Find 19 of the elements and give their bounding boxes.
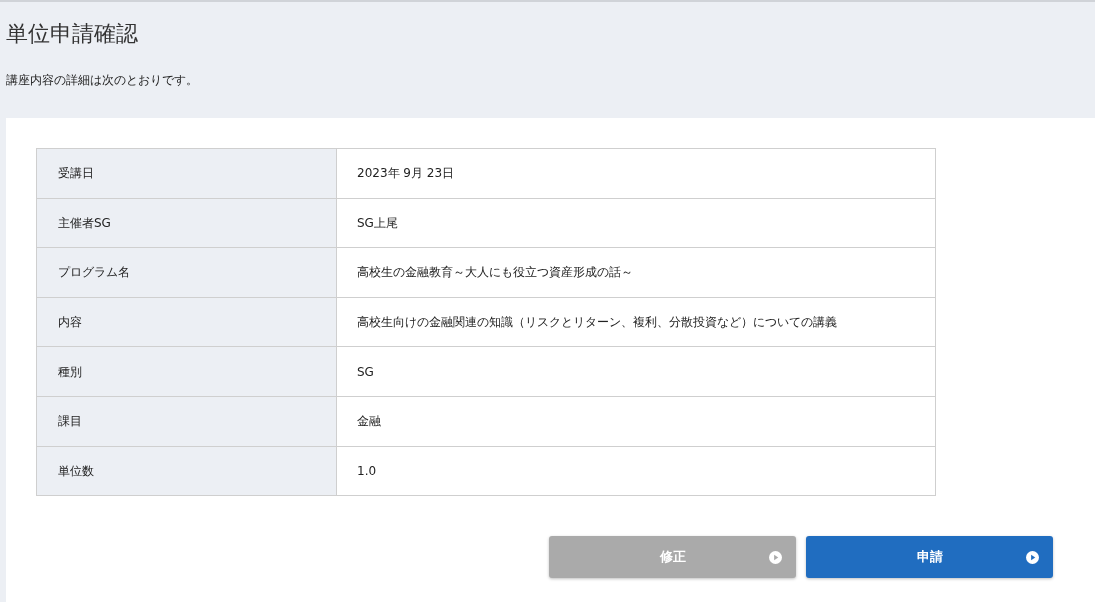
field-label: プログラム名 [36,247,337,298]
page-title: 単位申請確認 [6,20,138,48]
field-label: 単位数 [36,446,337,496]
field-value: 金融 [336,396,936,447]
field-value: 1.0 [336,446,936,496]
field-value: 高校生向けの金融関連の知識（リスクとリターン、複利、分散投資など）についての講義 [336,297,936,347]
field-label: 主催者SG [36,198,337,248]
field-label: 受講日 [36,148,337,199]
field-label: 種別 [36,346,337,397]
play-circle-icon [1026,550,1039,564]
field-value: SG上尾 [336,198,936,248]
submit-button[interactable]: 申請 [806,536,1053,579]
field-value: SG [336,346,936,397]
field-value: 高校生の金融教育～大人にも役立つ資産形成の話～ [336,247,936,298]
field-value: 2023年 9月 23日 [336,148,936,199]
page-description: 講座内容の詳細は次のとおりです。 [6,72,198,89]
play-circle-icon [769,550,782,564]
field-label: 内容 [36,297,337,347]
field-label: 課目 [36,396,337,447]
